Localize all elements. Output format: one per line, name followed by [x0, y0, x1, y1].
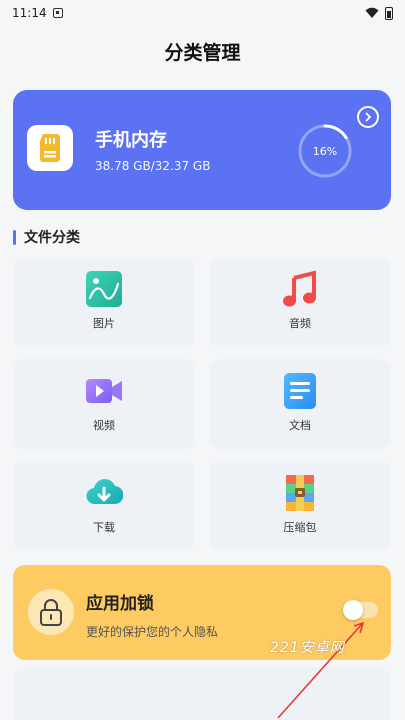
- category-label: 文档: [289, 419, 311, 432]
- storage-card[interactable]: 手机内存 38.78 GB/32.37 GB 16%: [13, 90, 391, 210]
- download-icon: [86, 479, 123, 505]
- battery-icon: [385, 6, 393, 20]
- storage-title: 手机内存: [95, 130, 167, 151]
- storage-percent: 16%: [312, 144, 338, 158]
- section-title: 文件分类: [24, 230, 80, 246]
- section-header: 文件分类: [13, 227, 80, 247]
- category-label: 视频: [93, 419, 115, 432]
- storage-usage: 38.78 GB/32.37 GB: [95, 159, 211, 173]
- music-icon: [283, 270, 316, 307]
- image-icon: [86, 271, 122, 307]
- category-label: 图片: [93, 317, 115, 330]
- wifi-icon: [365, 7, 379, 18]
- red-arrow-annotation: [277, 621, 365, 719]
- status-icons: [365, 6, 393, 20]
- lock-icon: [28, 589, 74, 635]
- category-label: 下载: [93, 521, 115, 534]
- category-tile-audio[interactable]: 音频: [209, 257, 391, 347]
- category-label: 压缩包: [283, 521, 317, 534]
- status-time: 11:14: [12, 6, 47, 20]
- notification-icon: [52, 8, 63, 18]
- document-icon: [284, 373, 316, 409]
- app-lock-title: 应用加锁: [86, 594, 154, 614]
- watermark: 221安卓网: [270, 640, 345, 656]
- sd-card-icon: [27, 125, 73, 171]
- page-title: 分类管理: [164, 42, 241, 64]
- category-label: 音频: [289, 317, 311, 330]
- category-tile-images[interactable]: 图片: [13, 257, 195, 347]
- category-tile-video[interactable]: 视频: [13, 359, 195, 449]
- chevron-right-icon[interactable]: [357, 106, 379, 128]
- archive-icon: [286, 475, 314, 511]
- app-lock-subtitle: 更好的保护您的个人隐私: [86, 625, 219, 639]
- section-accent-bar: [13, 229, 16, 245]
- category-tile-documents[interactable]: 文档: [209, 359, 391, 449]
- video-icon: [86, 379, 122, 403]
- status-bar: 11:14: [0, 0, 405, 26]
- category-tile-downloads[interactable]: 下载: [13, 461, 195, 551]
- category-tile-archives[interactable]: 压缩包: [209, 461, 391, 551]
